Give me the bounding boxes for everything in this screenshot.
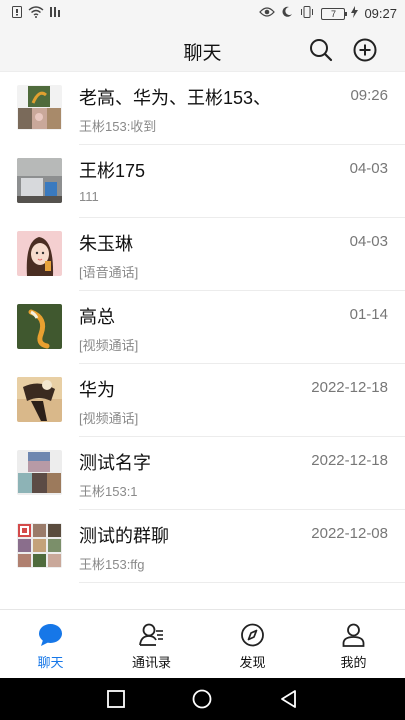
chat-time: 2022-12-18 — [311, 452, 388, 469]
chat-time: 01-14 — [349, 306, 388, 323]
chat-preview: [视频通话] — [79, 411, 139, 426]
circle-icon — [192, 689, 212, 709]
search-icon — [310, 39, 333, 62]
chat-preview: 王彬153:ffg — [79, 557, 145, 572]
chat-time: 04-03 — [349, 160, 388, 177]
system-nav-bar — [0, 678, 405, 720]
eye-icon — [259, 6, 276, 21]
status-right: 7 09:27 — [259, 6, 397, 21]
person-icon — [342, 623, 365, 647]
chat-item[interactable]: 高总 01-14 [视频通话] — [0, 291, 405, 364]
status-time: 09:27 — [364, 6, 397, 21]
chat-name: 王彬175 — [79, 161, 146, 181]
chat-item[interactable]: 华为 2022-12-18 [视频通话] — [0, 364, 405, 437]
chat-preview: 111 — [79, 189, 99, 204]
chat-name: 华为 — [79, 380, 115, 400]
chat-item[interactable]: 老高、华为、王彬153、 09:26 王彬153:收到 — [0, 72, 405, 145]
chat-preview: [语音通话] — [79, 265, 139, 280]
contact-avatar — [17, 377, 62, 422]
chat-time: 2022-12-18 — [311, 379, 388, 396]
charging-icon — [351, 6, 359, 21]
tab-contacts[interactable]: 通讯录 — [101, 610, 202, 679]
group-avatar — [17, 450, 62, 495]
chat-bubble-icon — [39, 624, 62, 646]
notification-icon — [12, 6, 22, 21]
group-avatar — [17, 523, 62, 568]
chat-name: 高总 — [79, 307, 115, 327]
chat-name: 测试的群聊 — [79, 526, 169, 546]
group-avatar — [17, 85, 62, 130]
tab-label: 聊天 — [37, 655, 64, 670]
tab-label: 我的 — [340, 655, 367, 670]
recents-button[interactable] — [106, 689, 126, 709]
status-bar: 7 09:27 — [0, 0, 405, 28]
back-triangle-icon — [281, 690, 296, 708]
chat-item[interactable]: 朱玉琳 04-03 [语音通话] — [0, 218, 405, 291]
contacts-icon — [139, 623, 163, 646]
sim-icon — [50, 6, 60, 21]
chat-list: 老高、华为、王彬153、 09:26 王彬153:收到 王彬175 04-03 … — [0, 72, 405, 583]
vibrate-icon — [299, 6, 315, 21]
chat-time: 09:26 — [350, 87, 388, 104]
contact-avatar — [17, 158, 62, 203]
chat-name: 测试名字 — [79, 453, 151, 473]
tab-me[interactable]: 我的 — [303, 610, 404, 679]
contact-avatar — [17, 304, 62, 349]
tab-discover[interactable]: 发现 — [202, 610, 303, 679]
chat-name: 老高、华为、王彬153、 — [79, 88, 272, 108]
tab-chat[interactable]: 聊天 — [0, 610, 101, 679]
tab-label: 通讯录 — [131, 655, 171, 670]
square-icon — [107, 690, 125, 708]
chat-item-body: 测试名字 2022-12-18 王彬153:1 — [79, 437, 405, 510]
chat-preview: [视频通话] — [79, 338, 139, 353]
tab-label: 发现 — [239, 655, 266, 670]
add-button[interactable] — [352, 37, 378, 63]
chat-item-body: 测试的群聊 2022-12-08 王彬153:ffg — [79, 510, 405, 583]
chat-time: 04-03 — [349, 233, 388, 250]
chat-item-body: 老高、华为、王彬153、 09:26 王彬153:收到 — [79, 72, 405, 145]
chat-preview: 王彬153:1 — [79, 484, 138, 499]
bottom-tab-bar: 聊天 通讯录 发现 我的 — [0, 609, 405, 678]
chat-name: 朱玉琳 — [79, 234, 133, 254]
chat-item-body: 王彬175 04-03 111 — [79, 145, 405, 218]
moon-icon — [281, 6, 293, 21]
chat-item[interactable]: 测试名字 2022-12-18 王彬153:1 — [0, 437, 405, 510]
chat-time: 2022-12-08 — [311, 525, 388, 542]
home-button[interactable] — [192, 689, 212, 709]
page-title: 聊天 — [183, 43, 222, 64]
chat-item[interactable]: 王彬175 04-03 111 — [0, 145, 405, 218]
chat-item[interactable]: 测试的群聊 2022-12-08 王彬153:ffg — [0, 510, 405, 583]
battery-indicator: 7 — [321, 7, 348, 20]
chat-item-body: 朱玉琳 04-03 [语音通话] — [79, 218, 405, 291]
top-header: 聊天 — [0, 28, 405, 72]
search-button[interactable] — [308, 37, 334, 63]
contact-avatar — [17, 231, 62, 276]
chat-item-body: 高总 01-14 [视频通话] — [79, 291, 405, 364]
chat-item-body: 华为 2022-12-18 [视频通话] — [79, 364, 405, 437]
chat-preview: 王彬153:收到 — [79, 119, 157, 134]
wifi-icon — [28, 6, 44, 21]
status-left — [12, 6, 60, 21]
compass-icon — [241, 623, 264, 647]
back-button[interactable] — [279, 689, 299, 709]
plus-circle-icon — [353, 38, 377, 62]
